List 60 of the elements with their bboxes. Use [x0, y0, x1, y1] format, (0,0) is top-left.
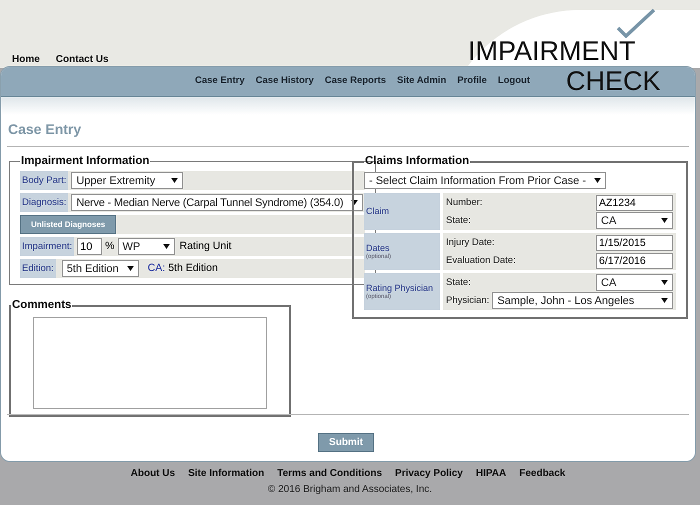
prior-case-dropdown[interactable]: - Select Claim Information From Prior Case -: [364, 172, 606, 190]
footer-link[interactable]: Privacy Policy: [395, 466, 463, 481]
footer-link[interactable]: About Us: [130, 466, 176, 481]
field-label: Evaluation Date:: [446, 254, 516, 268]
copyright-text: © 2016 Brigham and Associates, Inc.: [268, 483, 432, 497]
nav-link[interactable]: Site Admin: [396, 74, 446, 89]
group-label: Claim: [366, 206, 390, 218]
caret-icon: [661, 218, 668, 224]
percent-sign: %: [105, 238, 114, 254]
dropdown[interactable]: 5th Edition: [62, 260, 139, 278]
page-title: Case Entry: [8, 120, 82, 139]
nav-link[interactable]: Profile: [457, 74, 487, 89]
nav-link[interactable]: Case Reports: [324, 74, 386, 89]
field-label: Body Part:: [20, 171, 68, 190]
unit-caption: Rating Unit: [180, 238, 232, 254]
checkmark-icon: [616, 8, 656, 38]
comments-field[interactable]: [33, 316, 267, 408]
nav-link[interactable]: Logout: [498, 74, 530, 89]
logo-text: IMPAIRMENT: [468, 38, 636, 65]
field-label: Diagnosis:: [20, 193, 68, 212]
footer-link[interactable]: Terms and Conditions: [277, 466, 382, 481]
dropdown[interactable]: Sample, John - Los Angeles: [492, 292, 673, 310]
top-link[interactable]: Home: [12, 52, 40, 67]
state-label: CA:: [148, 260, 166, 276]
caret-icon: [126, 266, 134, 272]
text-input[interactable]: AZ1234: [596, 194, 673, 211]
field-label: Impairment:: [20, 237, 74, 256]
field-label: Edition:: [20, 259, 56, 278]
caret-icon: [661, 298, 668, 304]
caret-icon: [171, 178, 178, 184]
percent-input[interactable]: 10: [77, 238, 102, 256]
group-label: Rating Physician: [366, 282, 434, 294]
dropdown[interactable]: CA: [596, 212, 673, 230]
panel-title: Comments: [11, 298, 72, 314]
dropdown[interactable]: CA: [596, 274, 673, 292]
logo-text: CHECK: [566, 68, 661, 95]
field-label: Injury Date:: [446, 236, 495, 250]
field-label: Physician:: [446, 294, 490, 308]
text-input[interactable]: 1/15/2015: [596, 234, 673, 251]
nav-link[interactable]: Case History: [256, 74, 314, 89]
caret-icon: [162, 244, 170, 250]
group-label: Dates: [366, 242, 391, 254]
panel-title: Impairment Information: [20, 154, 150, 169]
field-label: State:: [446, 214, 471, 228]
caret-icon: [351, 200, 358, 206]
dropdown[interactable]: Upper Extremity: [71, 172, 184, 190]
nav-link[interactable]: Case Entry: [195, 74, 245, 89]
caret-icon: [594, 178, 601, 184]
dropdown[interactable]: Nerve - Median Nerve (Carpal Tunnel Syndrome) (354.0): [71, 194, 364, 212]
field-label: State:: [446, 276, 471, 290]
field-label: Number:: [446, 196, 482, 210]
footer-link[interactable]: Feedback: [519, 466, 566, 481]
dropdown[interactable]: WP: [118, 238, 174, 256]
state-edition: 5th Edition: [168, 260, 218, 276]
footer-link[interactable]: HIPAA: [476, 466, 506, 481]
caret-icon: [661, 280, 668, 286]
panel-title: Claims Information: [364, 154, 470, 169]
top-link[interactable]: Contact Us: [56, 52, 109, 67]
footer-link[interactable]: Site Information: [188, 466, 264, 481]
text-input[interactable]: 6/17/2016: [596, 252, 673, 269]
